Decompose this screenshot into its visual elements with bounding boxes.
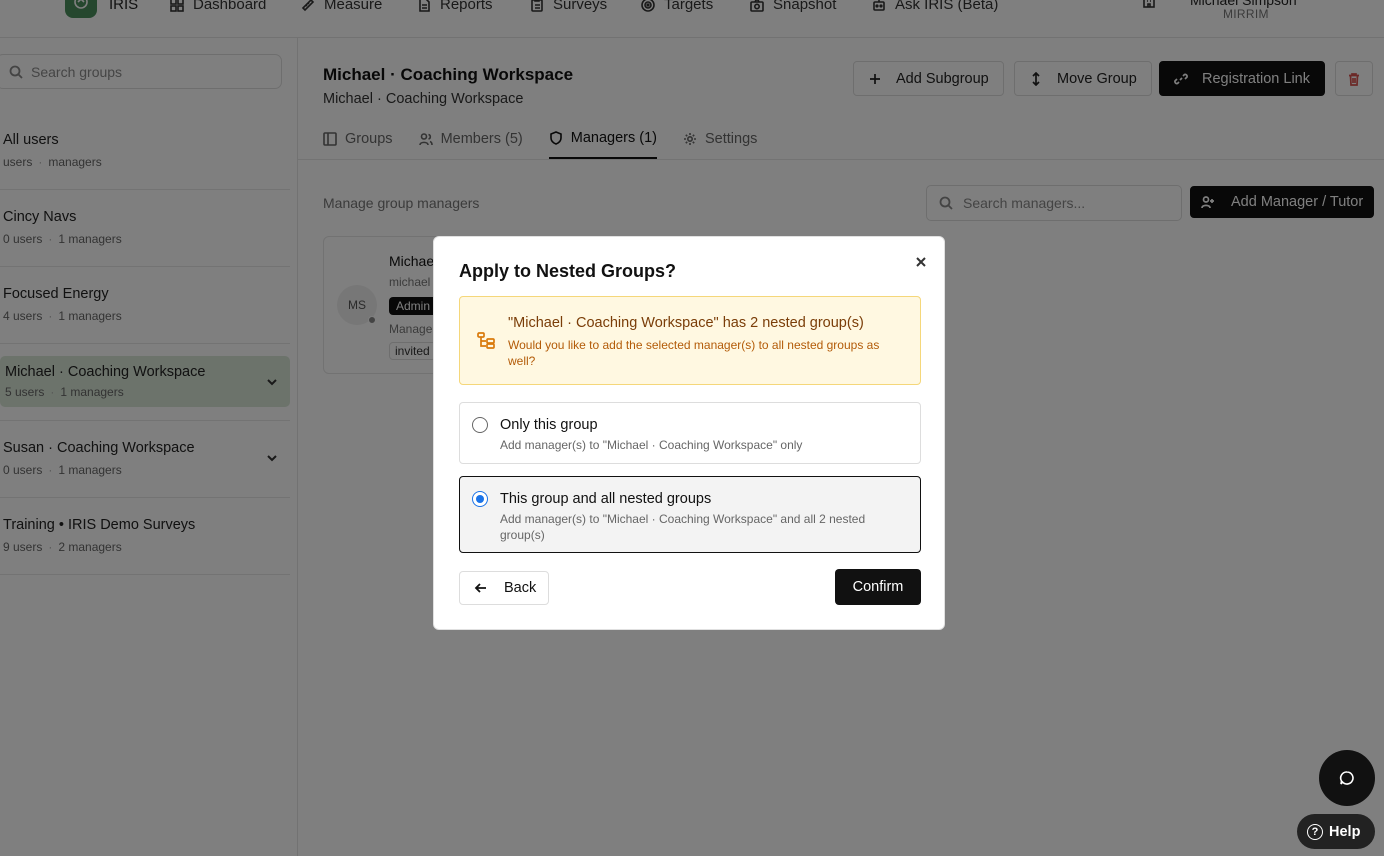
close-icon[interactable] xyxy=(913,254,929,270)
question-icon: ? xyxy=(1307,823,1323,840)
option-title: This group and all nested groups xyxy=(500,491,712,507)
chat-button[interactable] xyxy=(1319,750,1375,806)
back-label: Back xyxy=(504,580,537,596)
option-only-this-group[interactable]: Only this group Add manager(s) to "Micha… xyxy=(459,402,921,464)
dialog-title: Apply to Nested Groups? xyxy=(459,261,677,281)
warning-title: "Michael · Coaching Workspace" has 2 nes… xyxy=(508,315,864,331)
radio-all-nested-groups[interactable] xyxy=(472,491,488,507)
confirm-label: Confirm xyxy=(852,579,904,595)
arrow-left-icon xyxy=(474,583,486,593)
chat-bubble-icon xyxy=(1339,771,1354,785)
apply-nested-groups-dialog: Apply to Nested Groups? "Michael · Coach… xyxy=(433,236,945,630)
folder-tree-icon xyxy=(477,331,496,355)
option-title: Only this group xyxy=(500,417,598,433)
back-button[interactable]: Back xyxy=(459,571,549,605)
option-description: Add manager(s) to "Michael · Coaching Wo… xyxy=(500,438,803,452)
radio-only-this-group[interactable] xyxy=(472,417,488,433)
warning-description: Would you like to add the selected manag… xyxy=(508,338,880,368)
help-button[interactable]: ? Help xyxy=(1297,814,1375,849)
help-label: Help xyxy=(1329,823,1361,840)
option-all-nested-groups[interactable]: This group and all nested groups Add man… xyxy=(459,476,921,553)
nested-groups-warning: "Michael · Coaching Workspace" has 2 nes… xyxy=(459,296,921,385)
option-description: Add manager(s) to "Michael · Coaching Wo… xyxy=(500,512,866,542)
confirm-button[interactable]: Confirm xyxy=(835,569,921,605)
